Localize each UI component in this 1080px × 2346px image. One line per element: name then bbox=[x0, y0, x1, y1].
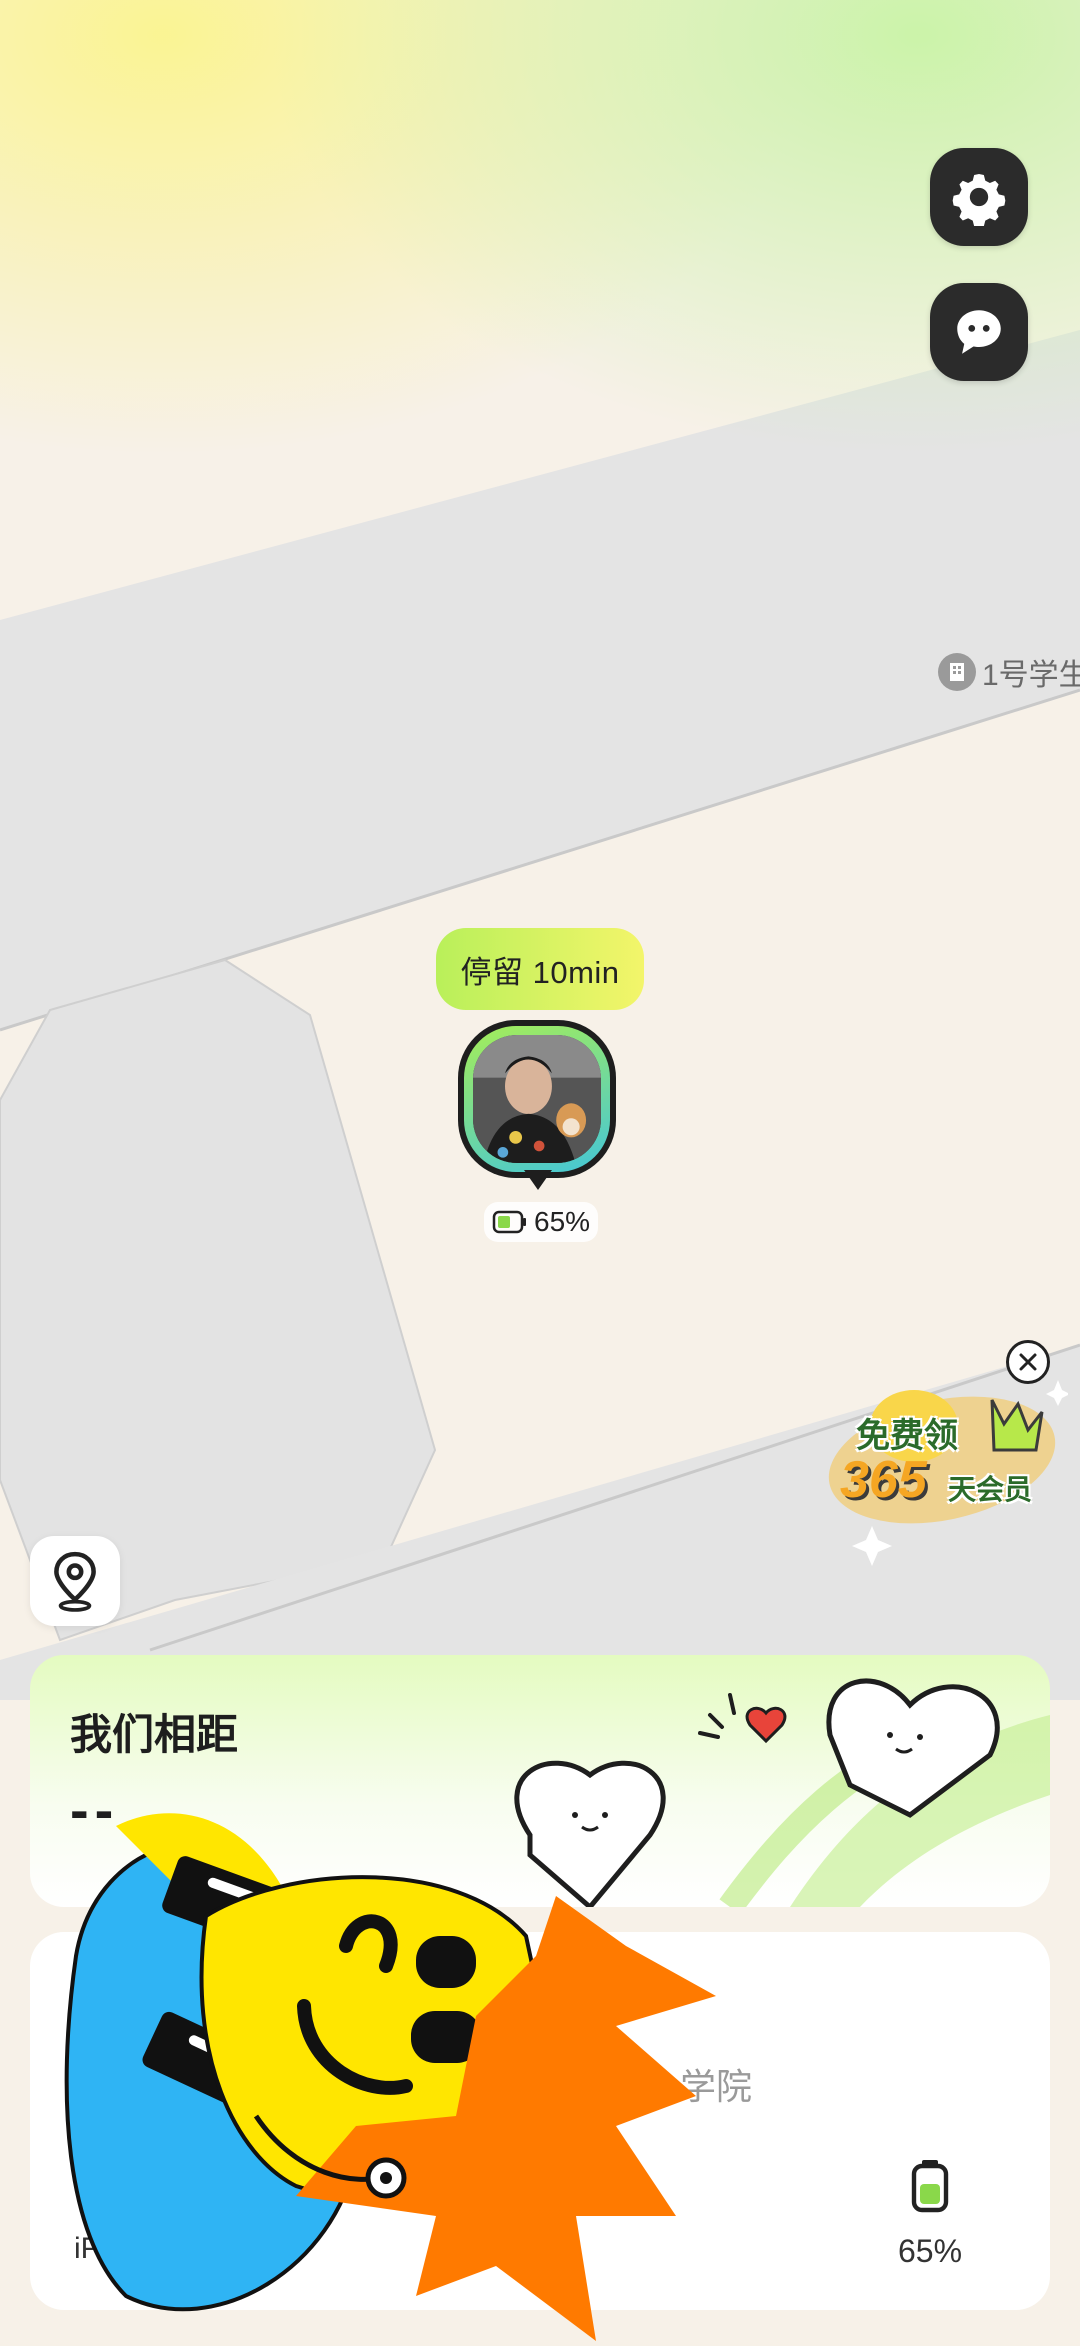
promo-line2-text: 天会员 bbox=[948, 1474, 1033, 1505]
user-location-marker[interactable] bbox=[458, 1020, 618, 1200]
marker-battery-label: 65% bbox=[484, 1202, 599, 1242]
distance-value: -- bbox=[70, 1778, 120, 1841]
close-icon bbox=[1019, 1353, 1037, 1371]
distance-title: 我们相距 bbox=[70, 1711, 239, 1758]
building-icon bbox=[938, 653, 976, 691]
battery-percent: 65% bbox=[897, 2233, 963, 2269]
stay-duration-tag: 停留 10min bbox=[436, 928, 644, 1010]
chat-button[interactable] bbox=[930, 283, 1028, 381]
distance-card-decoration bbox=[514, 1678, 1050, 1907]
battery-status: 65% bbox=[860, 2158, 1000, 2270]
marker-battery-value: 65% bbox=[534, 1206, 591, 1237]
locate-button[interactable] bbox=[30, 1536, 120, 1626]
distance-card: 我们相距 -- bbox=[30, 1655, 1050, 1907]
battery-icon bbox=[492, 1210, 526, 1234]
partner-info-card[interactable]: 学院 iPho 65% bbox=[30, 1932, 1050, 2310]
gear-icon bbox=[952, 174, 1006, 226]
settings-button[interactable] bbox=[930, 148, 1028, 246]
location-text: 学院 bbox=[680, 2066, 753, 2107]
avatar bbox=[473, 1035, 601, 1163]
poi-label[interactable]: 1号学生 bbox=[938, 650, 1080, 694]
chat-bubble-icon bbox=[957, 310, 1001, 354]
battery-vertical-icon bbox=[911, 2160, 949, 2213]
device-name: iPho bbox=[74, 2232, 135, 2265]
avatar-frame bbox=[458, 1020, 616, 1178]
location-pin-icon bbox=[54, 1551, 96, 1612]
promo-close-button[interactable] bbox=[1006, 1340, 1050, 1384]
promo-number: 365 bbox=[840, 1451, 927, 1509]
poi-name: 1号学生 bbox=[982, 659, 1080, 692]
